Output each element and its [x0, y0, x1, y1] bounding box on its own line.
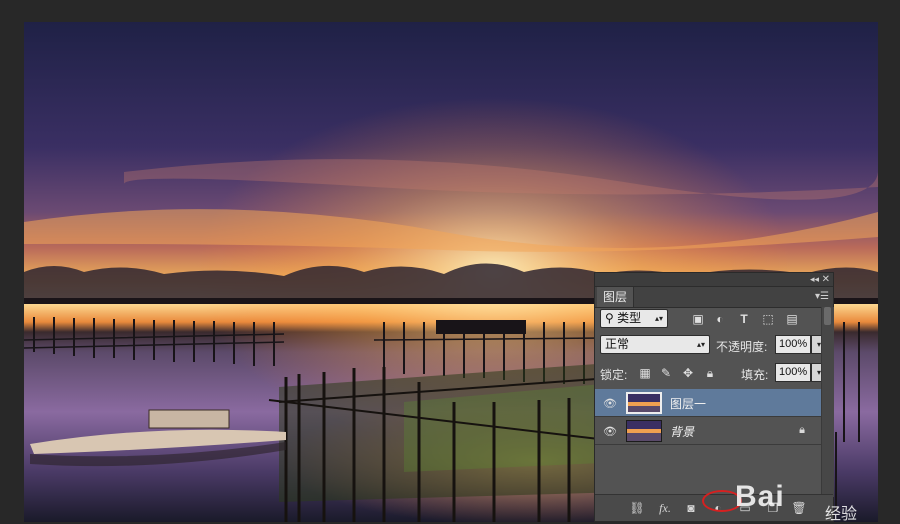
- collapse-icon[interactable]: ◂◂: [810, 273, 819, 286]
- fill-label: 填充:: [741, 368, 769, 382]
- stepper-icon: ▴▾: [654, 314, 663, 323]
- type-filter-icon[interactable]: T: [736, 311, 752, 327]
- lock-move-icon[interactable]: ✥: [680, 365, 696, 381]
- trash-icon[interactable]: 🗑︎: [791, 500, 807, 516]
- adjustment-filter-icon[interactable]: ◐: [712, 311, 728, 327]
- filter-kind-dropdown[interactable]: ⚲ 类型 ▴▾: [600, 309, 668, 328]
- stepper-icon: ▴▾: [696, 340, 705, 349]
- blend-mode-dropdown[interactable]: 正常 ▴▾: [600, 335, 710, 354]
- panel-scrollbar[interactable]: [821, 307, 834, 497]
- eye-icon[interactable]: 👁︎: [603, 425, 617, 438]
- smart-object-filter-icon[interactable]: ▤: [784, 311, 800, 327]
- shape-filter-icon[interactable]: ⬚: [760, 311, 776, 327]
- blend-row: 正常 ▴▾ 不透明度: 100% ▾: [595, 333, 833, 357]
- layers-list: 👁︎ 图层一 👁︎ 背景 🔒︎: [595, 387, 821, 497]
- scrollbar-thumb[interactable]: [824, 307, 831, 325]
- layer-thumbnail: [626, 420, 662, 442]
- layers-panel: ◂◂ ✕ 图层 ▾☰ ⚲ 类型 ▴▾ ▣ ◐ T ⬚ ▤ 正常 ▴▾ 不透明度:…: [594, 272, 834, 522]
- panel-titlebar: ◂◂ ✕: [595, 273, 833, 287]
- link-icon[interactable]: ⛓︎: [629, 500, 645, 516]
- eye-icon[interactable]: 👁︎: [603, 397, 617, 410]
- fx-icon[interactable]: fx.: [657, 500, 673, 516]
- lock-icon: 🔒︎: [799, 424, 805, 436]
- watermark-logo: Bai: [735, 480, 785, 513]
- opacity-input[interactable]: 100%: [775, 335, 811, 354]
- lock-transparent-icon[interactable]: ▦: [637, 365, 653, 381]
- fill-input[interactable]: 100%: [775, 363, 811, 382]
- tab-layers[interactable]: 图层: [597, 287, 635, 307]
- lock-label: 锁定:: [600, 368, 628, 382]
- layer-name[interactable]: 图层一: [670, 395, 706, 412]
- filter-kind-label: 类型: [617, 311, 642, 325]
- layer-thumbnail: [626, 392, 662, 414]
- lock-all-icon[interactable]: 🔒︎: [702, 365, 718, 381]
- layer-row-selected[interactable]: 👁︎ 图层一: [595, 389, 821, 417]
- panel-tab-row: 图层 ▾☰: [595, 287, 833, 308]
- panel-menu-icon[interactable]: ▾☰: [815, 291, 829, 302]
- pixel-filter-icon[interactable]: ▣: [690, 311, 706, 327]
- watermark-sub: 经验: [825, 506, 858, 523]
- layer-row-background[interactable]: 👁︎ 背景 🔒︎: [595, 417, 821, 445]
- layer-name[interactable]: 背景: [670, 423, 694, 440]
- blend-mode-value: 正常: [605, 337, 630, 351]
- mask-icon[interactable]: ◙: [683, 500, 699, 516]
- filter-row: ⚲ 类型 ▴▾ ▣ ◐ T ⬚ ▤: [595, 307, 833, 331]
- close-icon[interactable]: ✕: [822, 273, 830, 286]
- opacity-label: 不透明度:: [716, 340, 768, 354]
- lock-row: 锁定: ▦ ✎ ✥ 🔒︎ 填充: 100% ▾: [595, 361, 833, 385]
- lock-paint-icon[interactable]: ✎: [658, 365, 674, 381]
- search-icon: ⚲: [605, 311, 614, 325]
